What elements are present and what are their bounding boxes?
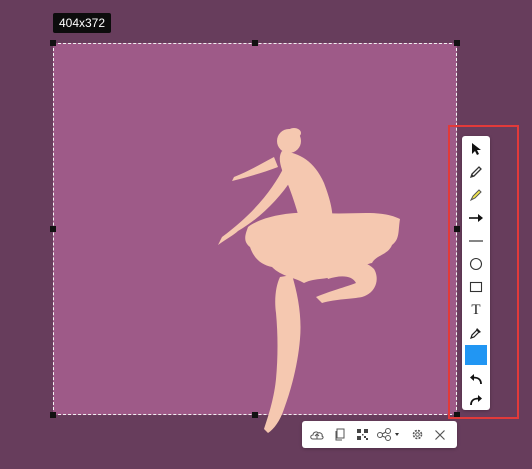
resize-handle-bottom-left[interactable] — [50, 412, 56, 418]
resize-handle-left[interactable] — [50, 226, 56, 232]
annotation-toolbar: T — [462, 136, 490, 410]
ballerina-silhouette — [218, 128, 400, 433]
pointer-icon[interactable] — [462, 138, 490, 160]
settings-icon[interactable] — [408, 424, 426, 445]
share-icon[interactable] — [375, 424, 405, 445]
resize-handle-top-left[interactable] — [50, 40, 56, 46]
color-swatch[interactable] — [465, 345, 487, 365]
undo-icon[interactable] — [462, 368, 490, 390]
qr-code-icon[interactable] — [353, 424, 371, 445]
arrow-icon[interactable] — [462, 207, 490, 229]
highlighter-icon[interactable] — [462, 184, 490, 206]
close-icon[interactable] — [431, 424, 449, 445]
resize-handle-bottom[interactable] — [252, 412, 258, 418]
redo-icon[interactable] — [462, 389, 490, 411]
capture-action-bar — [302, 421, 457, 448]
line-icon[interactable] — [462, 230, 490, 252]
resize-handle-right[interactable] — [454, 226, 460, 232]
cloud-upload-icon[interactable] — [307, 424, 327, 445]
resize-handle-top[interactable] — [252, 40, 258, 46]
resize-handle-bottom-right[interactable] — [454, 412, 460, 418]
capture-selection[interactable] — [53, 43, 457, 433]
rectangle-icon[interactable] — [462, 276, 490, 298]
ellipse-icon[interactable] — [462, 253, 490, 275]
text-icon[interactable]: T — [462, 299, 490, 321]
eyedropper-icon[interactable] — [462, 322, 490, 344]
selection-size-badge: 404x372 — [53, 13, 111, 33]
pencil-icon[interactable] — [462, 161, 490, 183]
resize-handle-top-right[interactable] — [454, 40, 460, 46]
copy-icon[interactable] — [331, 424, 349, 445]
